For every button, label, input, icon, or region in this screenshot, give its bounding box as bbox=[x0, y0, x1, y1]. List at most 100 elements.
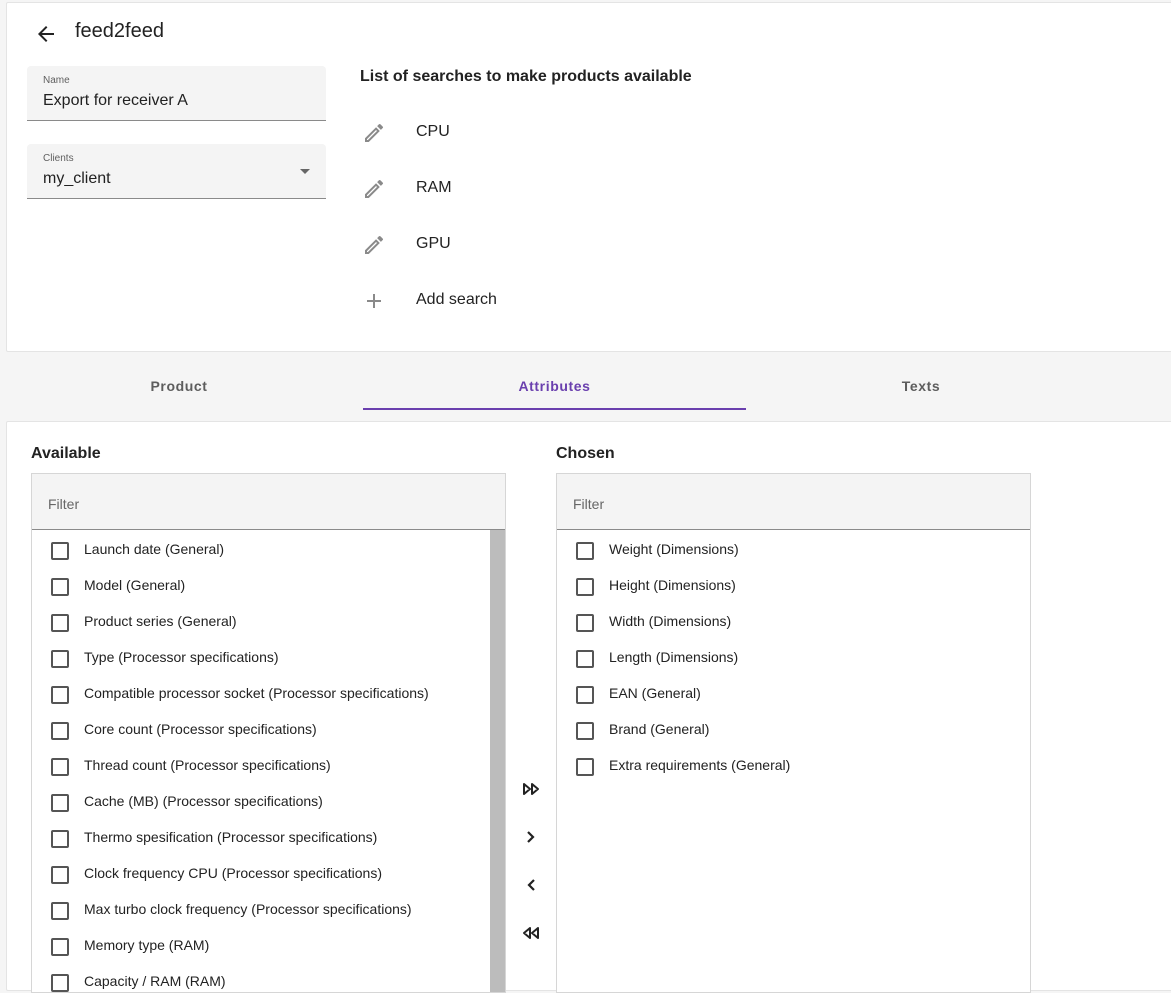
plus-icon bbox=[367, 294, 381, 308]
searches-list-title: List of searches to make products availa… bbox=[360, 68, 692, 85]
chosen-filter-input[interactable]: Filter bbox=[557, 474, 1030, 530]
list-item[interactable]: Thermo spesification (Processor specific… bbox=[32, 820, 472, 856]
double-chevron-left-icon bbox=[523, 927, 539, 939]
list-item-label: Capacity / RAM (RAM) bbox=[84, 973, 226, 989]
list-item[interactable]: Clock frequency CPU (Processor specifica… bbox=[32, 856, 472, 892]
checkbox[interactable] bbox=[51, 794, 69, 812]
arrow-left-icon bbox=[38, 26, 54, 42]
list-item[interactable]: Height (Dimensions) bbox=[557, 568, 997, 604]
list-item[interactable]: Product series (General) bbox=[32, 604, 472, 640]
move-left-button[interactable] bbox=[514, 868, 548, 902]
clients-select-label: Clients bbox=[43, 153, 74, 164]
add-search-label: Add search bbox=[416, 291, 497, 308]
list-item[interactable]: Cache (MB) (Processor specifications) bbox=[32, 784, 472, 820]
list-item[interactable]: Thread count (Processor specifications) bbox=[32, 748, 472, 784]
checkbox[interactable] bbox=[51, 578, 69, 596]
move-all-left-button[interactable] bbox=[514, 916, 548, 950]
checkbox[interactable] bbox=[576, 614, 594, 632]
list-item[interactable]: Length (Dimensions) bbox=[557, 640, 997, 676]
checkbox[interactable] bbox=[576, 758, 594, 776]
available-filter-input[interactable]: Filter bbox=[32, 474, 505, 530]
checkbox[interactable] bbox=[51, 650, 69, 668]
dropdown-arrow-icon bbox=[300, 169, 310, 174]
pencil-icon[interactable] bbox=[362, 233, 386, 257]
add-search-button[interactable]: Add search bbox=[352, 281, 752, 321]
search-item-ram[interactable]: RAM bbox=[352, 169, 752, 209]
checkbox[interactable] bbox=[51, 758, 69, 776]
list-item[interactable]: Width (Dimensions) bbox=[557, 604, 997, 640]
list-item-label: Core count (Processor specifications) bbox=[84, 721, 317, 737]
list-item-label: Brand (General) bbox=[609, 721, 710, 737]
tab-product[interactable]: Product bbox=[0, 362, 358, 410]
back-button[interactable] bbox=[28, 18, 64, 50]
checkbox[interactable] bbox=[51, 830, 69, 848]
list-item-label: Max turbo clock frequency (Processor spe… bbox=[84, 901, 412, 917]
name-field[interactable]: Name Export for receiver A bbox=[27, 66, 326, 121]
available-title: Available bbox=[31, 445, 101, 462]
list-item[interactable]: Core count (Processor specifications) bbox=[32, 712, 472, 748]
list-item-label: Cache (MB) (Processor specifications) bbox=[84, 793, 323, 809]
chevron-right-icon bbox=[527, 831, 535, 843]
name-field-label: Name bbox=[43, 75, 70, 86]
list-item-label: Model (General) bbox=[84, 577, 186, 593]
move-all-right-button[interactable] bbox=[514, 772, 548, 806]
list-item[interactable]: Extra requirements (General) bbox=[557, 748, 997, 784]
checkbox[interactable] bbox=[51, 686, 69, 704]
tab-attributes[interactable]: Attributes bbox=[363, 362, 746, 410]
chevron-left-icon bbox=[527, 879, 535, 891]
list-item[interactable]: Compatible processor socket (Processor s… bbox=[32, 676, 472, 712]
list-item-label: Thread count (Processor specifications) bbox=[84, 757, 331, 773]
list-item[interactable]: Model (General) bbox=[32, 568, 472, 604]
pencil-icon[interactable] bbox=[362, 121, 386, 145]
pencil-icon[interactable] bbox=[362, 177, 386, 201]
search-item-label: GPU bbox=[416, 235, 451, 252]
checkbox[interactable] bbox=[576, 722, 594, 740]
list-item-label: Weight (Dimensions) bbox=[609, 541, 739, 557]
list-item-label: Compatible processor socket (Processor s… bbox=[84, 685, 429, 701]
active-tab-indicator bbox=[363, 408, 746, 410]
list-item-label: Memory type (RAM) bbox=[84, 937, 210, 953]
list-item[interactable]: Launch date (General) bbox=[32, 532, 472, 568]
list-item-label: Product series (General) bbox=[84, 613, 237, 629]
search-item-gpu[interactable]: GPU bbox=[352, 225, 752, 265]
list-item-label: Thermo spesification (Processor specific… bbox=[84, 829, 378, 845]
checkbox[interactable] bbox=[576, 578, 594, 596]
available-list-scrollbar[interactable] bbox=[490, 530, 505, 992]
available-list: Filter Launch date (General) Model (Gene… bbox=[31, 473, 506, 993]
checkbox[interactable] bbox=[576, 542, 594, 560]
checkbox[interactable] bbox=[51, 902, 69, 920]
list-item[interactable]: Max turbo clock frequency (Processor spe… bbox=[32, 892, 472, 928]
list-item-label: Launch date (General) bbox=[84, 541, 225, 557]
name-field-value: Export for receiver A bbox=[43, 92, 188, 109]
list-item[interactable]: Memory type (RAM) bbox=[32, 928, 472, 964]
list-item-label: Width (Dimensions) bbox=[609, 613, 732, 629]
list-item-label: Length (Dimensions) bbox=[609, 649, 739, 665]
clients-select[interactable]: Clients my_client bbox=[27, 144, 326, 199]
list-item-label: Height (Dimensions) bbox=[609, 577, 736, 593]
list-item[interactable]: Type (Processor specifications) bbox=[32, 640, 472, 676]
list-item[interactable]: Weight (Dimensions) bbox=[557, 532, 997, 568]
list-item-label: Type (Processor specifications) bbox=[84, 649, 279, 665]
tab-bar: Product Attributes Texts bbox=[0, 362, 1171, 412]
checkbox[interactable] bbox=[51, 722, 69, 740]
filter-placeholder: Filter bbox=[48, 496, 80, 512]
double-chevron-right-icon bbox=[523, 783, 539, 795]
search-item-label: CPU bbox=[416, 123, 450, 140]
list-item[interactable]: Brand (General) bbox=[557, 712, 997, 748]
checkbox[interactable] bbox=[51, 542, 69, 560]
search-item-label: RAM bbox=[416, 179, 452, 196]
list-item[interactable]: Capacity / RAM (RAM) bbox=[32, 964, 472, 992]
checkbox[interactable] bbox=[576, 686, 594, 704]
tab-texts[interactable]: Texts bbox=[746, 362, 1096, 410]
filter-placeholder: Filter bbox=[573, 496, 605, 512]
checkbox[interactable] bbox=[51, 938, 69, 956]
search-item-cpu[interactable]: CPU bbox=[352, 113, 752, 153]
list-item-label: Clock frequency CPU (Processor specifica… bbox=[84, 865, 382, 881]
checkbox[interactable] bbox=[51, 866, 69, 884]
list-item[interactable]: EAN (General) bbox=[557, 676, 997, 712]
move-right-button[interactable] bbox=[514, 820, 548, 854]
checkbox[interactable] bbox=[51, 614, 69, 632]
checkbox[interactable] bbox=[51, 974, 69, 992]
list-item-label: Extra requirements (General) bbox=[609, 757, 791, 773]
checkbox[interactable] bbox=[576, 650, 594, 668]
